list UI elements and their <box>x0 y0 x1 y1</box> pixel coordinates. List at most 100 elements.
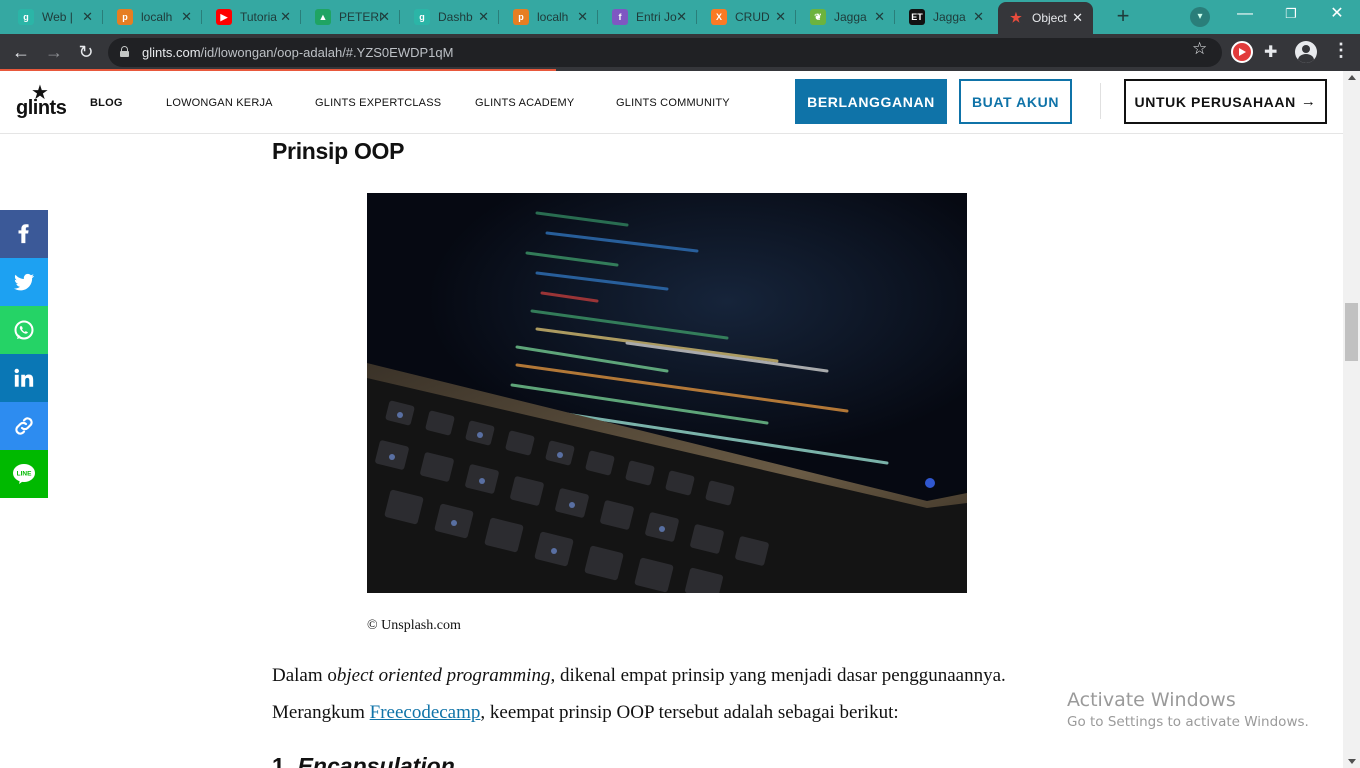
share-facebook-button[interactable] <box>0 210 48 258</box>
leaf-icon: ❦ <box>810 9 826 25</box>
close-tab-icon[interactable]: ✕ <box>973 9 984 25</box>
browser-tab[interactable]: X CRUD ✕ <box>701 3 796 31</box>
nav-glints-expertclass[interactable]: GLINTS EXPERTCLASS <box>315 97 441 109</box>
close-tab-icon[interactable]: ✕ <box>82 9 93 25</box>
bookmark-star-icon[interactable]: ☆ <box>1192 39 1207 59</box>
whatsapp-icon <box>14 320 34 340</box>
close-tab-icon[interactable]: ✕ <box>181 9 192 25</box>
share-line-button[interactable]: LINE <box>0 450 48 498</box>
browser-tab[interactable]: ★ Object ✕ <box>998 2 1093 34</box>
extensions-puzzle-icon[interactable]: ✚ <box>1264 42 1277 62</box>
share-twitter-button[interactable] <box>0 258 48 306</box>
extension-icon[interactable] <box>1231 41 1253 63</box>
tab-strip: g Web | ✕ p localh ✕ ▶ Tutoria ✕ ▲ PETERI ✕ g Dashb ✕… <box>0 0 1360 34</box>
page-scrollbar[interactable] <box>1343 71 1360 768</box>
browser-tab[interactable]: p localh ✕ <box>107 3 202 31</box>
tab-title: Entri Jo <box>636 10 677 24</box>
browser-tab[interactable]: p localh ✕ <box>503 3 598 31</box>
close-tab-icon[interactable]: ✕ <box>478 9 489 25</box>
p1-end: , dikenal empat prinsip yang menjadi das… <box>550 665 1006 686</box>
close-tab-icon[interactable]: ✕ <box>280 9 291 25</box>
tab-separator <box>399 10 400 24</box>
new-tab-button[interactable]: + <box>1110 5 1136 29</box>
paragraph-principles: Dalam object oriented programming, diken… <box>272 665 1006 687</box>
glints-icon: g <box>414 9 430 25</box>
browser-tab[interactable]: ET Jagga ✕ <box>899 3 994 31</box>
tab-search-icon[interactable]: ▾ <box>1190 7 1210 27</box>
close-tab-icon[interactable]: ✕ <box>379 9 390 25</box>
nav-glints-academy[interactable]: GLINTS ACADEMY <box>475 97 574 109</box>
browser-tab[interactable]: g Dashb ✕ <box>404 3 499 31</box>
activate-windows-watermark: Activate Windows Go to Settings to activ… <box>1067 689 1309 730</box>
tab-title: Dashb <box>438 10 473 24</box>
browser-tab[interactable]: g Web | ✕ <box>8 3 103 31</box>
browser-tab[interactable]: ❦ Jagga ✕ <box>800 3 895 31</box>
browser-toolbar: ← → ↻ glints.com/id/lowongan/oop-adalah/… <box>0 34 1360 71</box>
lock-icon <box>120 46 129 57</box>
share-linkedin-button[interactable] <box>0 354 48 402</box>
for-companies-button[interactable]: UNTUK PERUSAHAAN → <box>1124 79 1327 124</box>
arrow-right-icon: → <box>1300 93 1317 110</box>
phpmyadmin-icon: p <box>117 9 133 25</box>
nav-lowongan-kerja[interactable]: LOWONGAN KERJA <box>166 97 273 109</box>
tab-title: Jagga <box>933 10 966 24</box>
tab-separator <box>300 10 301 24</box>
close-tab-icon[interactable]: ✕ <box>676 9 687 25</box>
browser-tab[interactable]: ▶ Tutoria ✕ <box>206 3 301 31</box>
tab-title: Web | <box>42 10 73 24</box>
copy-link-button[interactable] <box>0 402 48 450</box>
page-viewport: ★ glints BLOG LOWONGAN KERJA GLINTS EXPE… <box>0 71 1343 768</box>
tab-separator <box>597 10 598 24</box>
header-divider <box>1100 83 1101 119</box>
address-bar[interactable]: glints.com/id/lowongan/oop-adalah/#.YZS0… <box>108 38 1222 67</box>
restore-icon[interactable]: ❐ <box>1268 0 1314 30</box>
browser-tab[interactable]: ▲ PETERI ✕ <box>305 3 400 31</box>
minimize-icon[interactable]: — <box>1222 0 1268 30</box>
section-heading: Prinsip OOP <box>272 138 405 164</box>
svg-text:LINE: LINE <box>17 471 32 478</box>
create-account-button[interactable]: BUAT AKUN <box>959 79 1072 124</box>
nav-glints-community[interactable]: GLINTS COMMUNITY <box>616 97 730 109</box>
freecodecamp-link[interactable]: Freecodecamp <box>370 702 481 723</box>
laptop-code-image <box>367 193 967 593</box>
tab-separator <box>894 10 895 24</box>
xampp-icon: X <box>711 9 727 25</box>
sub-title: Encapsulation <box>297 753 455 768</box>
line-icon: LINE <box>13 464 35 484</box>
nav-blog[interactable]: BLOG <box>90 97 123 109</box>
back-icon[interactable]: ← <box>9 41 33 65</box>
site-header: ★ glints BLOG LOWONGAN KERJA GLINTS EXPE… <box>0 71 1343 134</box>
scroll-up-icon[interactable] <box>1348 75 1356 80</box>
et-icon: ET <box>909 9 925 25</box>
tab-separator <box>795 10 796 24</box>
profile-avatar-icon[interactable] <box>1295 41 1317 63</box>
url-text[interactable]: glints.com/id/lowongan/oop-adalah/#.YZS0… <box>142 45 453 60</box>
glints-logo[interactable]: ★ glints <box>16 81 68 121</box>
share-whatsapp-button[interactable] <box>0 306 48 354</box>
facebook-icon <box>18 224 29 244</box>
image-caption: © Unsplash.com <box>367 618 461 633</box>
p2-end: , keempat prinsip OOP tersebut adalah se… <box>480 702 899 723</box>
subscribe-button[interactable]: BERLANGGANAN <box>795 79 947 124</box>
for-companies-label: UNTUK PERUSAHAAN <box>1134 93 1296 110</box>
close-window-icon[interactable]: ✕ <box>1314 0 1360 30</box>
close-tab-icon[interactable]: ✕ <box>874 9 885 25</box>
reload-icon[interactable]: ↻ <box>74 41 98 65</box>
scroll-thumb[interactable] <box>1345 303 1358 361</box>
phpmyadmin-icon: p <box>513 9 529 25</box>
glints-star-icon: ★ <box>1008 10 1024 26</box>
google-drive-icon: ▲ <box>315 9 331 25</box>
tab-separator <box>102 10 103 24</box>
forward-icon[interactable]: → <box>42 41 66 65</box>
p1-emphasis: bject oriented programming <box>336 665 551 686</box>
close-tab-icon[interactable]: ✕ <box>577 9 588 25</box>
tab-title: Jagga <box>834 10 867 24</box>
browser-menu-icon[interactable]: ⋮ <box>1332 40 1350 61</box>
paragraph-freecodecamp: Merangkum Freecodecamp, keempat prinsip … <box>272 702 899 724</box>
close-tab-icon[interactable]: ✕ <box>775 9 786 25</box>
tab-separator <box>498 10 499 24</box>
close-tab-icon[interactable]: ✕ <box>1072 10 1083 26</box>
browser-tab[interactable]: f Entri Jo ✕ <box>602 3 697 31</box>
scroll-down-icon[interactable] <box>1348 759 1356 764</box>
subheading-encapsulation: 1. Encapsulation <box>272 753 455 768</box>
